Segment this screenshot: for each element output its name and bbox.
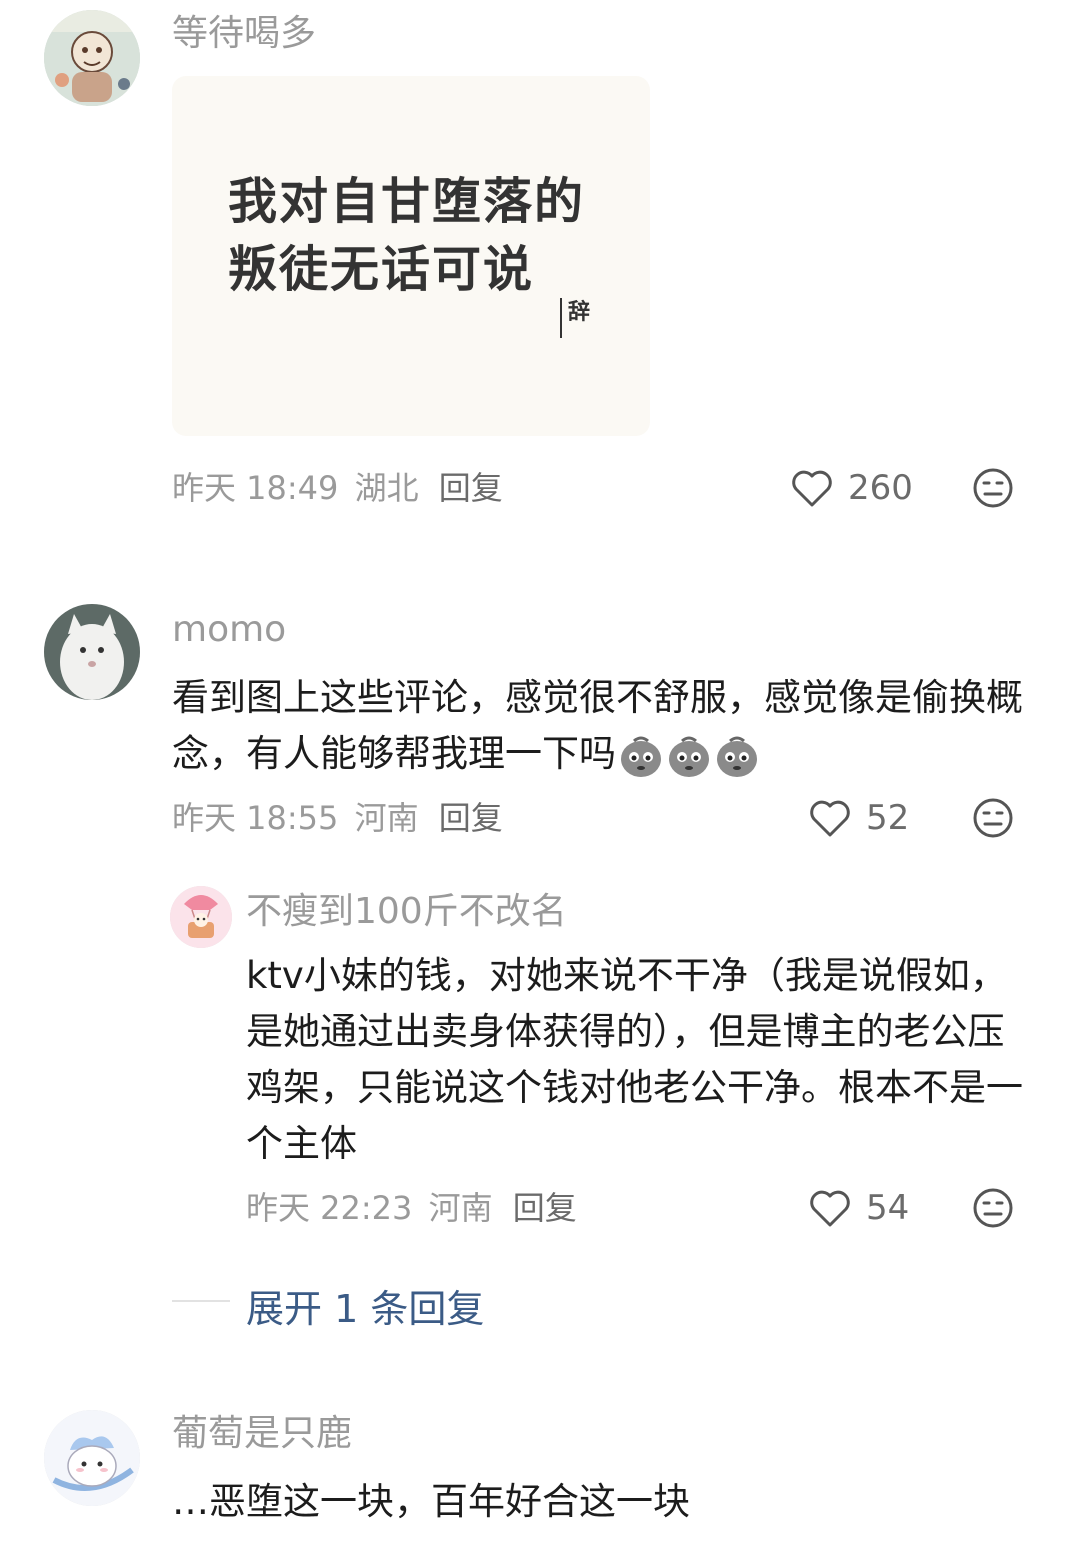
like-count: 54: [866, 1188, 910, 1228]
like-button[interactable]: 54: [808, 1186, 909, 1230]
heart-icon: [792, 470, 832, 507]
reply-button[interactable]: 回复: [513, 1189, 577, 1227]
like-button[interactable]: 260: [790, 466, 913, 510]
reply-time: 昨天 22:23: [246, 1189, 413, 1227]
avatar[interactable]: [44, 10, 140, 106]
quote-line-1: 我对自甘堕落的: [228, 173, 586, 230]
comment-location: 河南: [354, 799, 419, 837]
reply-text: ktv小妹的钱，对她来说不干净（我是说假如，是她通过出卖身体获得的），但是博主的…: [246, 954, 1023, 1165]
comment-username[interactable]: momo: [172, 608, 286, 652]
avatar[interactable]: [44, 1410, 140, 1506]
comment-time: 昨天 18:49: [172, 469, 339, 507]
comment-text-content: 看到图上这些评论，感觉很不舒服，感觉像是偷换概念，有人能够帮我理一下吗: [172, 676, 1023, 775]
avatar[interactable]: [44, 604, 140, 700]
comment-meta: 昨天 18:49 湖北 回复: [172, 468, 503, 508]
reply-button[interactable]: 回复: [439, 799, 503, 837]
like-button[interactable]: 52: [808, 796, 909, 840]
comment-image[interactable]: 我对自甘堕落的 叛徒无话可说 辞: [172, 76, 650, 436]
like-count: 52: [866, 798, 910, 838]
reply-username[interactable]: 不瘦到100斤不改名: [246, 890, 567, 934]
dislike-face-icon[interactable]: [972, 797, 1014, 839]
crying-blob-emoji-icon: [717, 736, 757, 777]
expand-divider: [172, 1300, 230, 1302]
emoji-group: [616, 733, 760, 779]
comment-text: …恶堕这一块，百年好合这一块: [172, 1480, 690, 1523]
comment-item: 等待喝多 我对自甘堕落的 叛徒无话可说 辞 昨天 18:49 湖北 回复 260: [0, 0, 1079, 560]
quote-signature: 辞: [560, 292, 600, 342]
heart-icon: [810, 1190, 850, 1227]
comment-location: 湖北: [354, 469, 419, 507]
avatar[interactable]: [170, 886, 232, 948]
comment-text: 看到图上这些评论，感觉很不舒服，感觉像是偷换概念，有人能够帮我理一下吗: [172, 670, 1032, 782]
expand-replies-button[interactable]: 展开 1 条回复: [246, 1278, 484, 1333]
heart-icon: [810, 800, 850, 837]
reply-button[interactable]: 回复: [439, 469, 503, 507]
dislike-face-icon[interactable]: [972, 1187, 1014, 1229]
reply-meta: 昨天 22:23 河南 回复: [246, 1188, 577, 1228]
crying-blob-emoji-icon: [621, 736, 661, 777]
image-quote-text: 我对自甘堕落的 叛徒无话可说: [228, 168, 628, 304]
crying-blob-emoji-icon: [669, 736, 709, 777]
comment-time: 昨天 18:55: [172, 799, 339, 837]
dislike-face-icon[interactable]: [972, 467, 1014, 509]
comment-meta: 昨天 18:55 河南 回复: [172, 798, 503, 838]
like-count: 260: [848, 468, 913, 508]
comment-username[interactable]: 葡萄是只鹿: [172, 1412, 352, 1456]
comment-username[interactable]: 等待喝多: [172, 12, 316, 56]
quote-sign-char: 辞: [568, 300, 591, 325]
reply-location: 河南: [428, 1189, 493, 1227]
